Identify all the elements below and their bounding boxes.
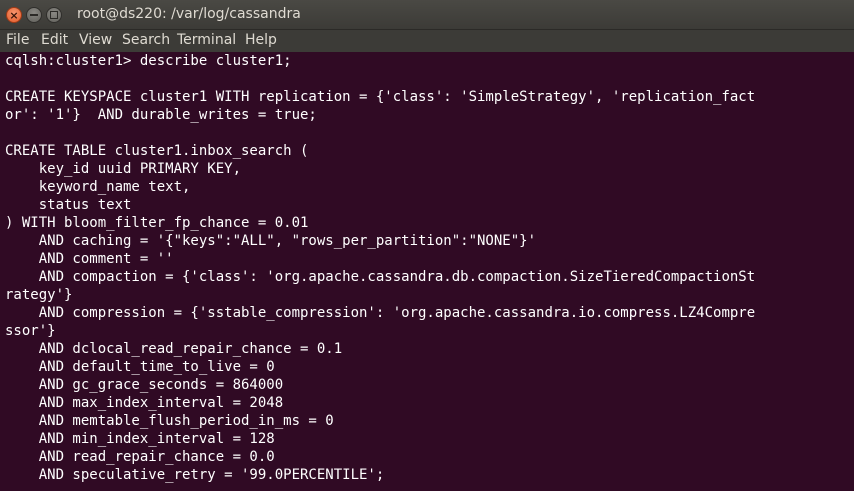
terminal-line: AND memtable_flush_period_in_ms = 0: [5, 413, 334, 429]
menu-search[interactable]: Search: [122, 32, 170, 48]
menu-bar: File Edit View Search Terminal Help: [0, 30, 854, 52]
terminal-line: ssor'}: [5, 323, 56, 339]
terminal-line: keyword_name text,: [5, 179, 191, 195]
terminal-line: AND dclocal_read_repair_chance = 0.1: [5, 341, 343, 357]
title-bar[interactable]: × root@ds220: /var/log/cassandra: [0, 0, 854, 30]
terminal-line: cqlsh:cluster1> describe cluster1;: [5, 53, 292, 69]
terminal-line: status text: [5, 197, 132, 213]
menu-help[interactable]: Help: [245, 32, 277, 48]
menu-view[interactable]: View: [79, 32, 112, 48]
terminal-line: ) WITH bloom_filter_fp_chance = 0.01: [5, 215, 309, 231]
maximize-glyph: [50, 11, 58, 19]
terminal-line: AND caching = '{"keys":"ALL", "rows_per_…: [5, 233, 537, 249]
terminal-line: rategy'}: [5, 287, 73, 303]
terminal-line: AND read_repair_chance = 0.0: [5, 449, 275, 465]
minimize-glyph: [30, 14, 38, 16]
close-icon[interactable]: ×: [6, 7, 22, 23]
terminal-line: AND compression = {'sstable_compression'…: [5, 305, 756, 321]
menu-edit[interactable]: Edit: [41, 32, 68, 48]
terminal-line: CREATE TABLE cluster1.inbox_search (: [5, 143, 309, 159]
terminal-line: AND comment = '': [5, 251, 174, 267]
terminal-line: AND compaction = {'class': 'org.apache.c…: [5, 269, 756, 285]
terminal-line: key_id uuid PRIMARY KEY,: [5, 161, 242, 177]
terminal-line: AND default_time_to_live = 0: [5, 359, 275, 375]
menu-file[interactable]: File: [6, 32, 29, 48]
terminal-line: AND min_index_interval = 128: [5, 431, 275, 447]
terminal-line: AND speculative_retry = '99.0PERCENTILE'…: [5, 467, 385, 483]
terminal-line: CREATE KEYSPACE cluster1 WITH replicatio…: [5, 89, 756, 105]
window-title: root@ds220: /var/log/cassandra: [77, 6, 301, 22]
terminal-output[interactable]: cqlsh:cluster1> describe cluster1; CREAT…: [0, 52, 854, 491]
menu-terminal[interactable]: Terminal: [177, 32, 236, 48]
close-glyph: ×: [9, 8, 19, 22]
minimize-icon[interactable]: [26, 7, 42, 23]
terminal-line: AND max_index_interval = 2048: [5, 395, 284, 411]
maximize-icon[interactable]: [46, 7, 62, 23]
terminal-line: or': '1'} AND durable_writes = true;: [5, 107, 317, 123]
terminal-line: AND gc_grace_seconds = 864000: [5, 377, 284, 393]
terminal-window: × root@ds220: /var/log/cassandra File Ed…: [0, 0, 854, 491]
